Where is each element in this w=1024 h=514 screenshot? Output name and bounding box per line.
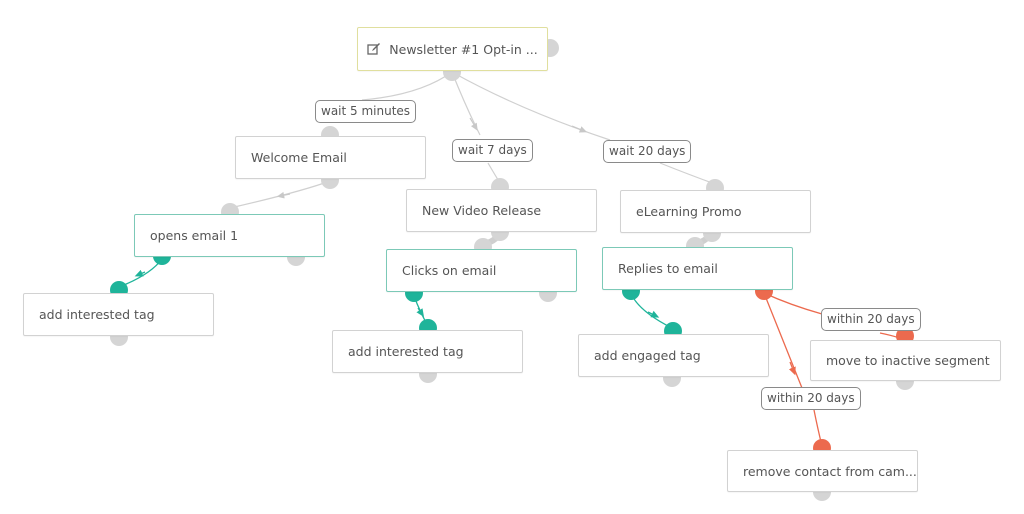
node-welcome-email[interactable]: Welcome Email xyxy=(235,136,426,179)
node-label: Welcome Email xyxy=(251,150,347,165)
delay-wait-5-minutes[interactable]: wait 5 minutes xyxy=(315,100,417,123)
node-label: move to inactive segment xyxy=(826,353,990,368)
edge-welcome-to-opens xyxy=(229,180,331,209)
edge-start-to-wait-5-minutes xyxy=(361,71,453,101)
node-move-to-inactive-segment[interactable]: move to inactive segment xyxy=(810,340,1001,381)
edge-start-to-wait-20-days-arrow xyxy=(571,125,588,133)
node-label: eLearning Promo xyxy=(636,204,742,219)
node-label: opens email 1 xyxy=(150,228,239,243)
edge-start-to-wait-7-days xyxy=(451,71,481,136)
delay-wait-20-days[interactable]: wait 20 days xyxy=(603,140,692,163)
node-label: add interested tag xyxy=(39,307,155,322)
node-start-label: Newsletter #1 Opt-in ... xyxy=(389,41,538,57)
delay-within-20-days-b[interactable]: within 20 days xyxy=(761,387,861,410)
node-label: Replies to email xyxy=(618,261,718,276)
node-replies-to-email[interactable]: Replies to email xyxy=(602,247,793,290)
edge-replies-no-to-within-b xyxy=(763,292,803,389)
node-clicks-on-email[interactable]: Clicks on email xyxy=(386,249,577,292)
node-start-trigger[interactable]: Newsletter #1 Opt-in ... xyxy=(357,27,548,71)
node-opens-email-1[interactable]: opens email 1 xyxy=(134,214,325,257)
node-elearning-promo[interactable]: eLearning Promo xyxy=(620,190,811,233)
node-label: remove contact from cam... xyxy=(743,463,917,479)
edge-start-to-wait-20-days xyxy=(451,71,611,141)
node-remove-contact[interactable]: remove contact from cam... xyxy=(727,450,918,492)
node-label: add engaged tag xyxy=(594,348,701,363)
edge-replies-no-to-within-a xyxy=(763,292,823,315)
workflow-canvas[interactable]: Newsletter #1 Opt-in ... Welcome Email o… xyxy=(0,0,1024,514)
node-new-video-release[interactable]: New Video Release xyxy=(406,189,597,232)
node-label: New Video Release xyxy=(422,203,542,218)
delay-wait-7-days[interactable]: wait 7 days xyxy=(452,139,533,162)
edit-icon xyxy=(367,42,381,56)
edge-wait20-to-elearning xyxy=(659,162,716,185)
node-add-engaged-tag[interactable]: add engaged tag xyxy=(578,334,769,377)
node-label: Clicks on email xyxy=(402,263,497,278)
node-label: add interested tag xyxy=(348,344,464,359)
node-add-interested-tag-1[interactable]: add interested tag xyxy=(23,293,214,336)
delay-within-20-days-a[interactable]: within 20 days xyxy=(821,308,921,331)
edge-replies-yes-to-tag xyxy=(630,293,673,329)
node-add-interested-tag-2[interactable]: add interested tag xyxy=(332,330,523,373)
